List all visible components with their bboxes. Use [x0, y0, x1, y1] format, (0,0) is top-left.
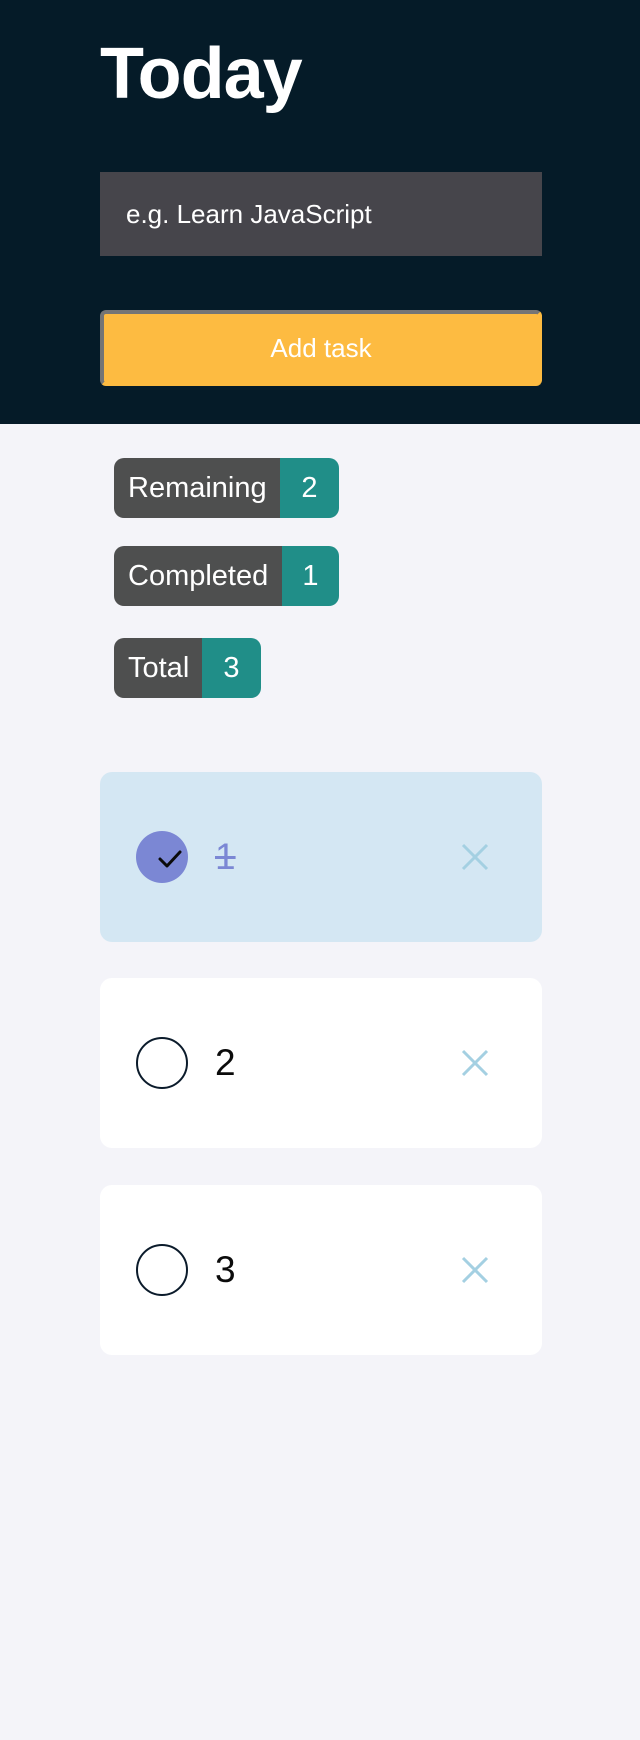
task-text: 2 [215, 1042, 236, 1083]
task-checkbox[interactable] [136, 1037, 188, 1089]
task-text: 1 [215, 836, 236, 877]
completed-count: 1 [282, 546, 339, 606]
close-icon[interactable] [460, 1048, 490, 1078]
total-stat: Total 3 [114, 638, 261, 698]
task-text: 3 [215, 1249, 236, 1290]
task-card: 3 [100, 1185, 542, 1355]
completed-label: Completed [114, 546, 282, 606]
app-header: Today Add task [0, 0, 640, 424]
close-icon[interactable] [460, 842, 490, 872]
task-checkbox[interactable] [136, 1244, 188, 1296]
add-task-button[interactable]: Add task [100, 310, 542, 386]
new-task-input[interactable] [100, 172, 542, 256]
remaining-stat: Remaining 2 [114, 458, 339, 518]
remaining-count: 2 [280, 458, 339, 518]
page-title: Today [100, 34, 303, 114]
close-icon[interactable] [460, 1255, 490, 1285]
checkmark-icon [158, 850, 182, 868]
task-card: 2 [100, 978, 542, 1148]
task-checkbox[interactable] [136, 831, 188, 883]
total-count: 3 [202, 638, 261, 698]
completed-stat: Completed 1 [114, 546, 339, 606]
remaining-label: Remaining [114, 458, 280, 518]
total-label: Total [114, 638, 202, 698]
task-card: 1 [100, 772, 542, 942]
